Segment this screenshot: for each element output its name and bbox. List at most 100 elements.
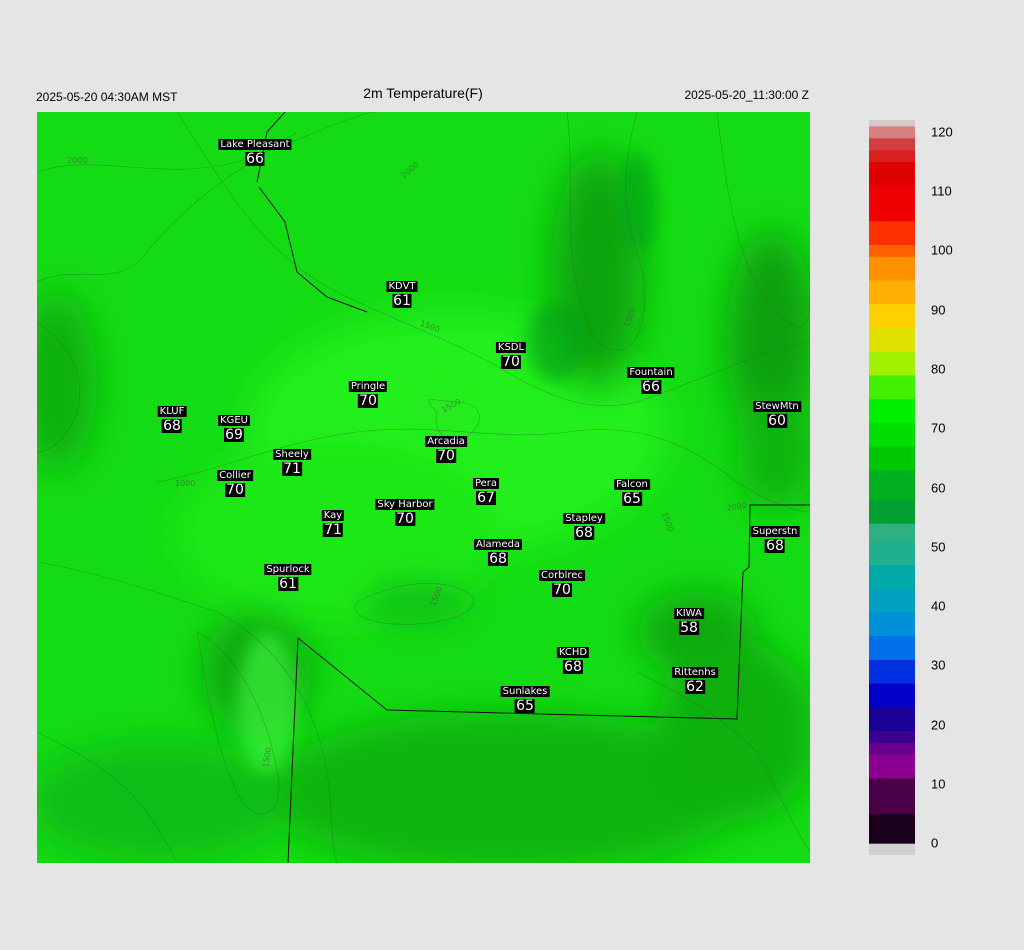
contour-label: 2000 bbox=[67, 156, 87, 165]
station-temperature: 70 bbox=[436, 448, 456, 464]
color-band bbox=[869, 137, 915, 145]
color-band bbox=[869, 629, 915, 637]
station-name: Superstn bbox=[750, 526, 800, 537]
color-band bbox=[869, 534, 915, 542]
color-band bbox=[869, 167, 915, 174]
color-band bbox=[869, 801, 915, 809]
color-scale-tick: 40 bbox=[931, 598, 946, 614]
station-marker: KDVT 61 bbox=[386, 281, 418, 310]
station-name: Spurlock bbox=[264, 564, 312, 575]
color-band bbox=[869, 244, 915, 251]
color-band bbox=[869, 617, 915, 625]
station-temperature: 71 bbox=[323, 522, 343, 538]
color-band bbox=[869, 280, 915, 287]
station-temperature: 60 bbox=[767, 413, 787, 429]
color-band bbox=[869, 173, 915, 180]
station-name: KLUF bbox=[157, 406, 187, 417]
station-temperature: 58 bbox=[679, 620, 699, 636]
color-band bbox=[869, 309, 915, 317]
color-band bbox=[869, 659, 915, 666]
station-temperature: 65 bbox=[622, 491, 642, 507]
color-scale-tick: 10 bbox=[931, 776, 946, 792]
station-marker: Collier 70 bbox=[217, 470, 253, 499]
station-name: Alameda bbox=[473, 539, 523, 550]
station-marker: StewMtn 60 bbox=[753, 401, 801, 430]
color-band bbox=[869, 481, 915, 488]
color-band bbox=[869, 493, 915, 500]
color-band bbox=[869, 256, 915, 263]
color-band bbox=[869, 511, 915, 518]
color-band bbox=[869, 706, 915, 714]
color-band bbox=[869, 161, 915, 168]
station-marker: Kay 71 bbox=[321, 510, 345, 539]
station-name: Pringle bbox=[348, 381, 388, 392]
color-band bbox=[869, 499, 915, 506]
color-band bbox=[869, 274, 915, 281]
color-band bbox=[869, 191, 915, 198]
color-band bbox=[869, 594, 915, 601]
station-temperature: 65 bbox=[515, 698, 535, 714]
station-name: KDVT bbox=[386, 281, 418, 292]
station-temperature: 68 bbox=[574, 525, 594, 541]
color-scale-tick: 0 bbox=[931, 835, 939, 851]
station-name: KIWA bbox=[674, 608, 704, 619]
map-field: 2000 2000 1500 1500 1000 1500 2000 1500 … bbox=[37, 112, 810, 863]
station-marker: Sheely 71 bbox=[273, 449, 311, 478]
station-marker: Rittenhs 62 bbox=[672, 667, 718, 696]
color-band bbox=[869, 357, 915, 364]
station-temperature: 69 bbox=[224, 427, 244, 443]
color-band bbox=[869, 849, 915, 855]
color-band bbox=[869, 665, 915, 672]
color-band bbox=[869, 475, 915, 483]
color-band bbox=[869, 754, 915, 761]
station-marker: Falcon 65 bbox=[614, 479, 650, 508]
color-band bbox=[869, 434, 915, 441]
color-band bbox=[869, 689, 915, 696]
station-name: KSDL bbox=[495, 342, 527, 353]
station-temperature: 71 bbox=[282, 461, 302, 477]
station-temperature: 68 bbox=[162, 418, 182, 434]
color-band bbox=[869, 374, 915, 382]
color-scale-tick: 60 bbox=[931, 480, 946, 495]
station-temperature: 68 bbox=[488, 551, 508, 567]
station-name: KCHD bbox=[556, 647, 590, 658]
color-band bbox=[869, 606, 915, 613]
station-name: StewMtn bbox=[753, 401, 801, 412]
color-scale-bar bbox=[869, 120, 915, 855]
station-temperature: 68 bbox=[563, 659, 583, 675]
station-name: Sunlakes bbox=[500, 686, 550, 697]
color-band bbox=[869, 262, 915, 269]
color-band bbox=[869, 712, 915, 720]
color-band bbox=[869, 742, 915, 749]
color-band bbox=[869, 327, 915, 334]
station-temperature: 70 bbox=[395, 511, 415, 527]
color-band bbox=[869, 766, 915, 773]
color-band bbox=[869, 641, 915, 649]
station-temperature: 70 bbox=[225, 482, 245, 498]
color-band bbox=[869, 523, 915, 530]
color-band bbox=[869, 795, 915, 803]
station-marker: KCHD 68 bbox=[556, 647, 590, 676]
station-name: Fountain bbox=[627, 367, 675, 378]
station-name: Sky Harbor bbox=[375, 499, 435, 510]
color-band bbox=[869, 392, 915, 400]
color-band bbox=[869, 120, 915, 127]
color-band bbox=[869, 214, 915, 222]
color-band bbox=[869, 268, 915, 275]
color-band bbox=[869, 363, 915, 370]
color-band bbox=[869, 843, 915, 850]
color-band bbox=[869, 677, 915, 684]
color-band bbox=[869, 570, 915, 577]
color-band bbox=[869, 149, 915, 157]
station-marker: Arcadia 70 bbox=[425, 436, 467, 465]
station-temperature: 62 bbox=[685, 679, 705, 695]
station-name: Arcadia bbox=[425, 436, 467, 447]
station-marker: Pringle 70 bbox=[348, 381, 388, 410]
station-temperature: 67 bbox=[476, 490, 496, 506]
color-band bbox=[869, 208, 915, 216]
station-temperature: 66 bbox=[245, 151, 265, 167]
color-band bbox=[869, 428, 915, 435]
color-band bbox=[869, 760, 915, 767]
station-marker: KSDL 70 bbox=[495, 342, 527, 371]
station-marker: Sunlakes 65 bbox=[500, 686, 550, 715]
